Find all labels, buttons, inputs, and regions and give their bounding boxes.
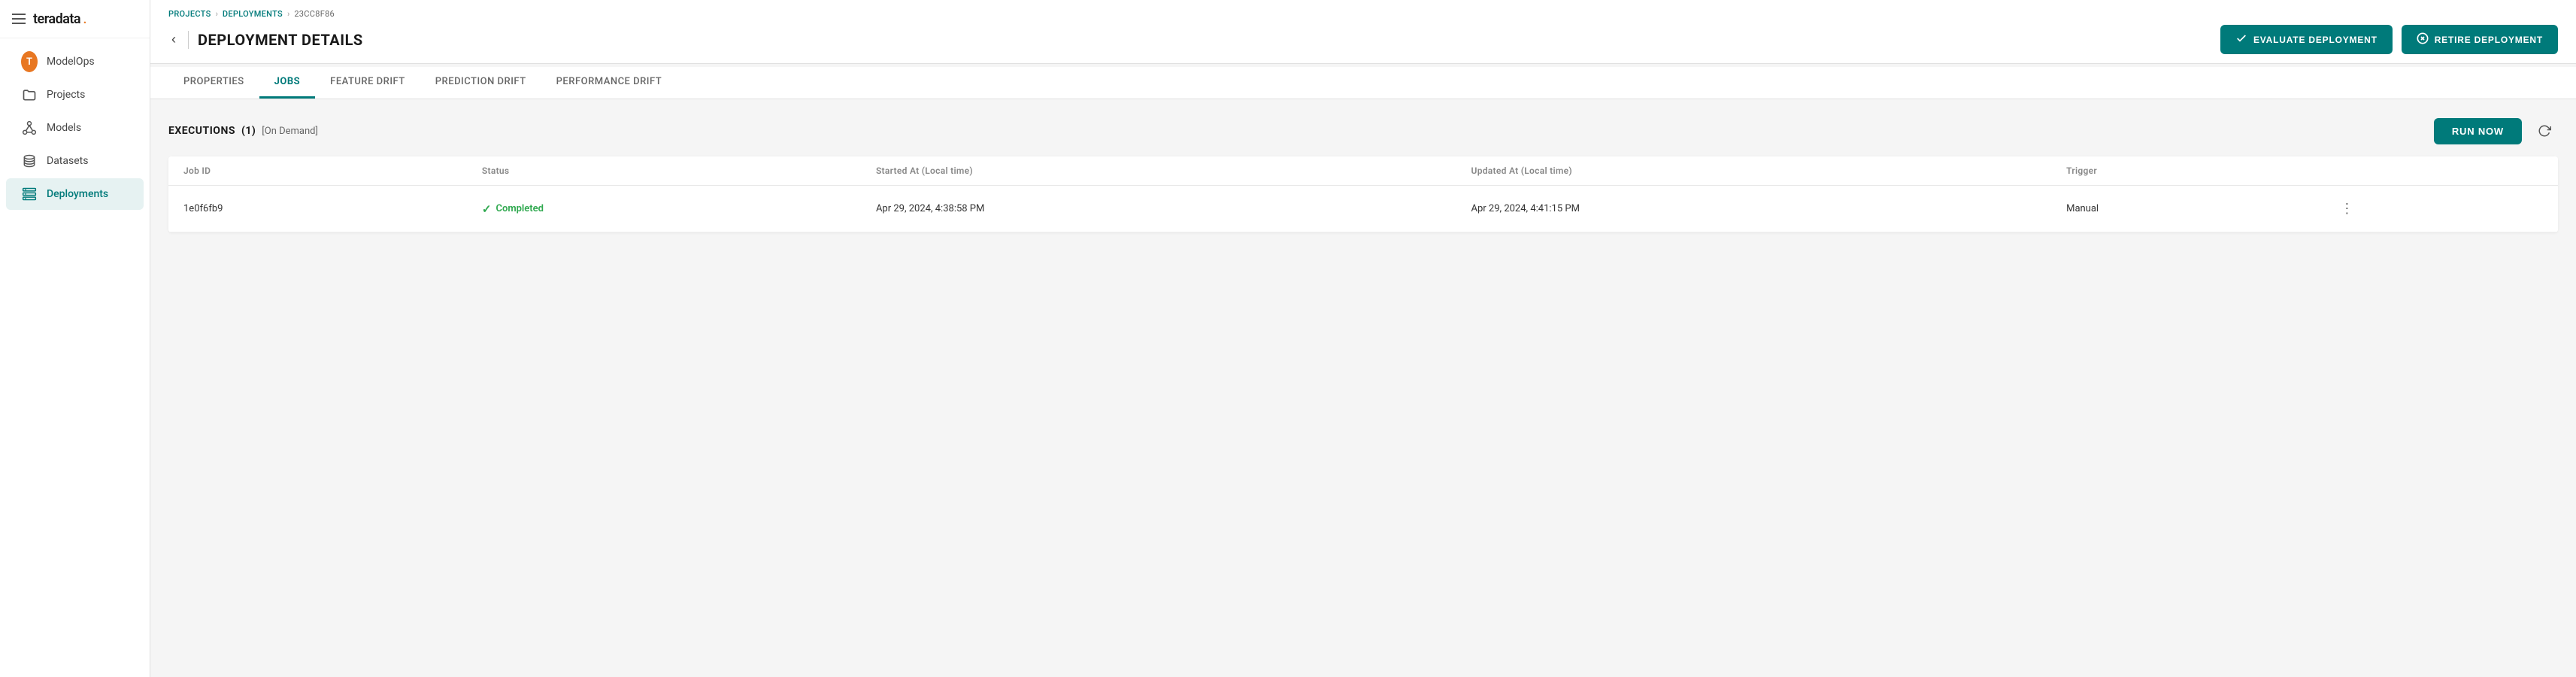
tabs-row: PROPERTIES JOBS FEATURE DRIFT PREDICTION… (150, 67, 2576, 99)
refresh-icon (2538, 124, 2551, 138)
evaluate-deployment-button[interactable]: EVALUATE DEPLOYMENT (2220, 25, 2393, 54)
folder-icon (21, 87, 38, 103)
evaluate-icon (2235, 32, 2247, 47)
table-header-row: Job ID Status Started At (Local time) Up… (168, 156, 2558, 186)
col-trigger: Trigger (2051, 156, 2319, 186)
tab-feature-drift[interactable]: FEATURE DRIFT (315, 67, 420, 99)
status-completed: ✓ Completed (482, 202, 846, 216)
breadcrumb-deployments[interactable]: DEPLOYMENTS (223, 9, 283, 19)
cell-job-id: 1e0f6fb9 (168, 186, 467, 232)
sidebar-item-datasets[interactable]: Datasets (6, 145, 144, 177)
executions-table: Job ID Status Started At (Local time) Up… (168, 156, 2558, 232)
table-body: 1e0f6fb9 ✓ Completed Apr 29, 2024, 4:38:… (168, 186, 2558, 232)
retire-icon (2417, 32, 2429, 47)
sidebar-item-label: Datasets (47, 155, 88, 167)
section-actions: RUN NOW (2434, 117, 2558, 144)
cell-trigger: Manual (2051, 186, 2319, 232)
models-icon (21, 120, 38, 136)
breadcrumb-sep-2: › (287, 9, 289, 19)
tab-prediction-drift[interactable]: PREDICTION DRIFT (420, 67, 541, 99)
sidebar-nav: T ModelOps Projects (0, 38, 150, 217)
sidebar-header: teradata. (0, 0, 150, 38)
hamburger-icon[interactable] (12, 14, 26, 24)
sidebar-item-models[interactable]: Models (6, 112, 144, 144)
page-title: DEPLOYMENT DETAILS (198, 31, 363, 49)
sidebar-item-label: ModelOps (47, 56, 95, 68)
title-left: ‹ DEPLOYMENT DETAILS (168, 31, 363, 49)
sidebar-item-modelops[interactable]: T ModelOps (6, 46, 144, 77)
breadcrumb-projects[interactable]: PROJECTS (168, 9, 211, 19)
modelops-icon: T (21, 53, 38, 70)
tab-jobs[interactable]: JOBS (259, 67, 316, 99)
section-header: EXECUTIONS (1) [On Demand] RUN NOW (168, 117, 2558, 144)
sidebar-item-label: Models (47, 122, 81, 134)
breadcrumb: PROJECTS › DEPLOYMENTS › 23CC8F86 (168, 0, 2558, 25)
cell-status: ✓ Completed (467, 186, 861, 232)
table-row: 1e0f6fb9 ✓ Completed Apr 29, 2024, 4:38:… (168, 186, 2558, 232)
check-icon: ✓ (482, 202, 492, 216)
title-actions: EVALUATE DEPLOYMENT RETIRE DEPLOYMENT (2220, 25, 2558, 54)
row-more-menu-button[interactable]: ⋮ (2334, 198, 2359, 220)
col-status: Status (467, 156, 861, 186)
retire-deployment-button[interactable]: RETIRE DEPLOYMENT (2402, 25, 2558, 54)
title-divider (188, 31, 189, 49)
title-row: ‹ DEPLOYMENT DETAILS EVALUATE DEPLOYMENT (168, 25, 2558, 63)
deployments-icon (21, 186, 38, 202)
sidebar-item-deployments[interactable]: Deployments (6, 178, 144, 210)
sidebar: teradata. T ModelOps Projects (0, 0, 150, 677)
schedule-label: [On Demand] (262, 126, 318, 137)
topbar: PROJECTS › DEPLOYMENTS › 23CC8F86 ‹ DEPL… (150, 0, 2576, 64)
content-area: EXECUTIONS (1) [On Demand] RUN NOW Job (150, 99, 2576, 677)
tab-performance-drift[interactable]: PERFORMANCE DRIFT (541, 67, 677, 99)
datasets-icon (21, 153, 38, 169)
cell-updated-at: Apr 29, 2024, 4:41:15 PM (1456, 186, 2052, 232)
sidebar-item-projects[interactable]: Projects (6, 79, 144, 111)
run-now-button[interactable]: RUN NOW (2434, 118, 2522, 144)
breadcrumb-sep-1: › (216, 9, 218, 19)
col-started-at: Started At (Local time) (861, 156, 1456, 186)
breadcrumb-current: 23CC8F86 (294, 9, 335, 19)
logo: teradata. (33, 11, 87, 27)
main-content: PROJECTS › DEPLOYMENTS › 23CC8F86 ‹ DEPL… (150, 0, 2576, 677)
logo-dot: . (83, 11, 87, 27)
sidebar-item-label: Deployments (47, 188, 108, 200)
sidebar-item-label: Projects (47, 89, 85, 101)
col-updated-at: Updated At (Local time) (1456, 156, 2052, 186)
logo-text: teradata (33, 11, 80, 27)
back-button[interactable]: ‹ (168, 32, 179, 47)
refresh-button[interactable] (2531, 117, 2558, 144)
executions-table-container: Job ID Status Started At (Local time) Up… (168, 156, 2558, 232)
col-job-id: Job ID (168, 156, 467, 186)
tab-properties[interactable]: PROPERTIES (168, 67, 259, 99)
cell-more: ⋮ (2319, 186, 2558, 232)
section-title: EXECUTIONS (1) [On Demand] (168, 125, 318, 137)
col-actions (2319, 156, 2558, 186)
cell-started-at: Apr 29, 2024, 4:38:58 PM (861, 186, 1456, 232)
table-head: Job ID Status Started At (Local time) Up… (168, 156, 2558, 186)
